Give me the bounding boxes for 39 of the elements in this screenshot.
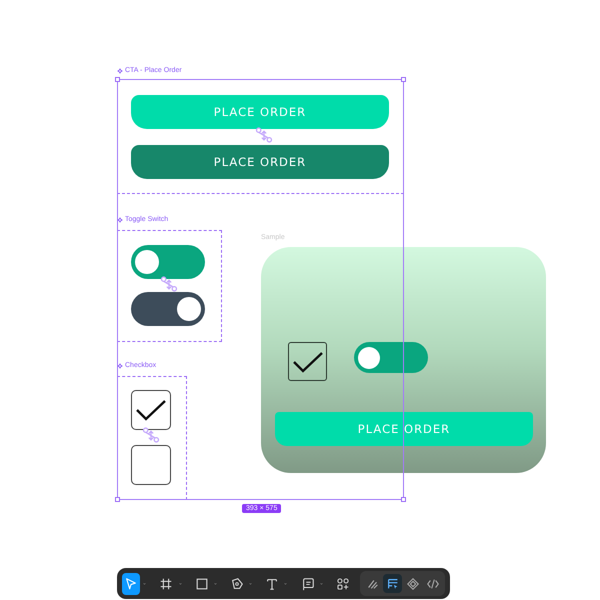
place-order-button[interactable]: PLACE ORDER <box>131 95 389 129</box>
checkmark-icon <box>292 350 324 374</box>
pen-tool-icon <box>230 576 244 590</box>
component-set-icon <box>117 362 123 368</box>
frame-tool-icon <box>159 576 174 590</box>
caret-icon <box>283 580 288 586</box>
place-order-button[interactable]: PLACE ORDER <box>131 145 389 179</box>
actions-icon <box>336 576 350 590</box>
variant-connector-icon <box>158 276 180 292</box>
rectangle-tool-icon <box>194 576 209 590</box>
caret-icon <box>248 580 254 586</box>
toggle-switch[interactable] <box>131 245 205 279</box>
mode-button[interactable] <box>383 574 402 593</box>
code-mode-icon <box>426 576 440 590</box>
caret-icon <box>142 580 148 586</box>
component-mode-icon <box>406 576 420 590</box>
component-set-icon <box>117 68 123 74</box>
toggle-switch[interactable] <box>131 292 205 326</box>
checkmark-icon <box>135 398 167 422</box>
move-tool-icon <box>124 576 138 590</box>
checkbox[interactable] <box>131 445 171 485</box>
component-set-icon <box>117 216 123 222</box>
comment-tool-icon <box>300 576 315 590</box>
resize-handle[interactable] <box>115 497 120 502</box>
checkbox[interactable] <box>131 390 171 430</box>
design-mode-icon <box>386 576 400 590</box>
resize-handle[interactable] <box>115 77 120 82</box>
place-order-button[interactable]: PLACE ORDER <box>275 412 533 446</box>
checkbox[interactable] <box>288 342 327 381</box>
tool-button[interactable] <box>122 572 140 594</box>
variant-connector-icon <box>140 427 162 443</box>
toggle-switch[interactable] <box>354 342 428 373</box>
caret-icon <box>212 580 218 586</box>
variant-connector-icon <box>253 127 275 143</box>
text-tool-icon <box>265 576 280 590</box>
resize-handle[interactable] <box>401 77 406 82</box>
caret-icon <box>178 580 183 586</box>
resize-handle[interactable] <box>401 497 406 502</box>
caret-icon <box>318 580 324 586</box>
